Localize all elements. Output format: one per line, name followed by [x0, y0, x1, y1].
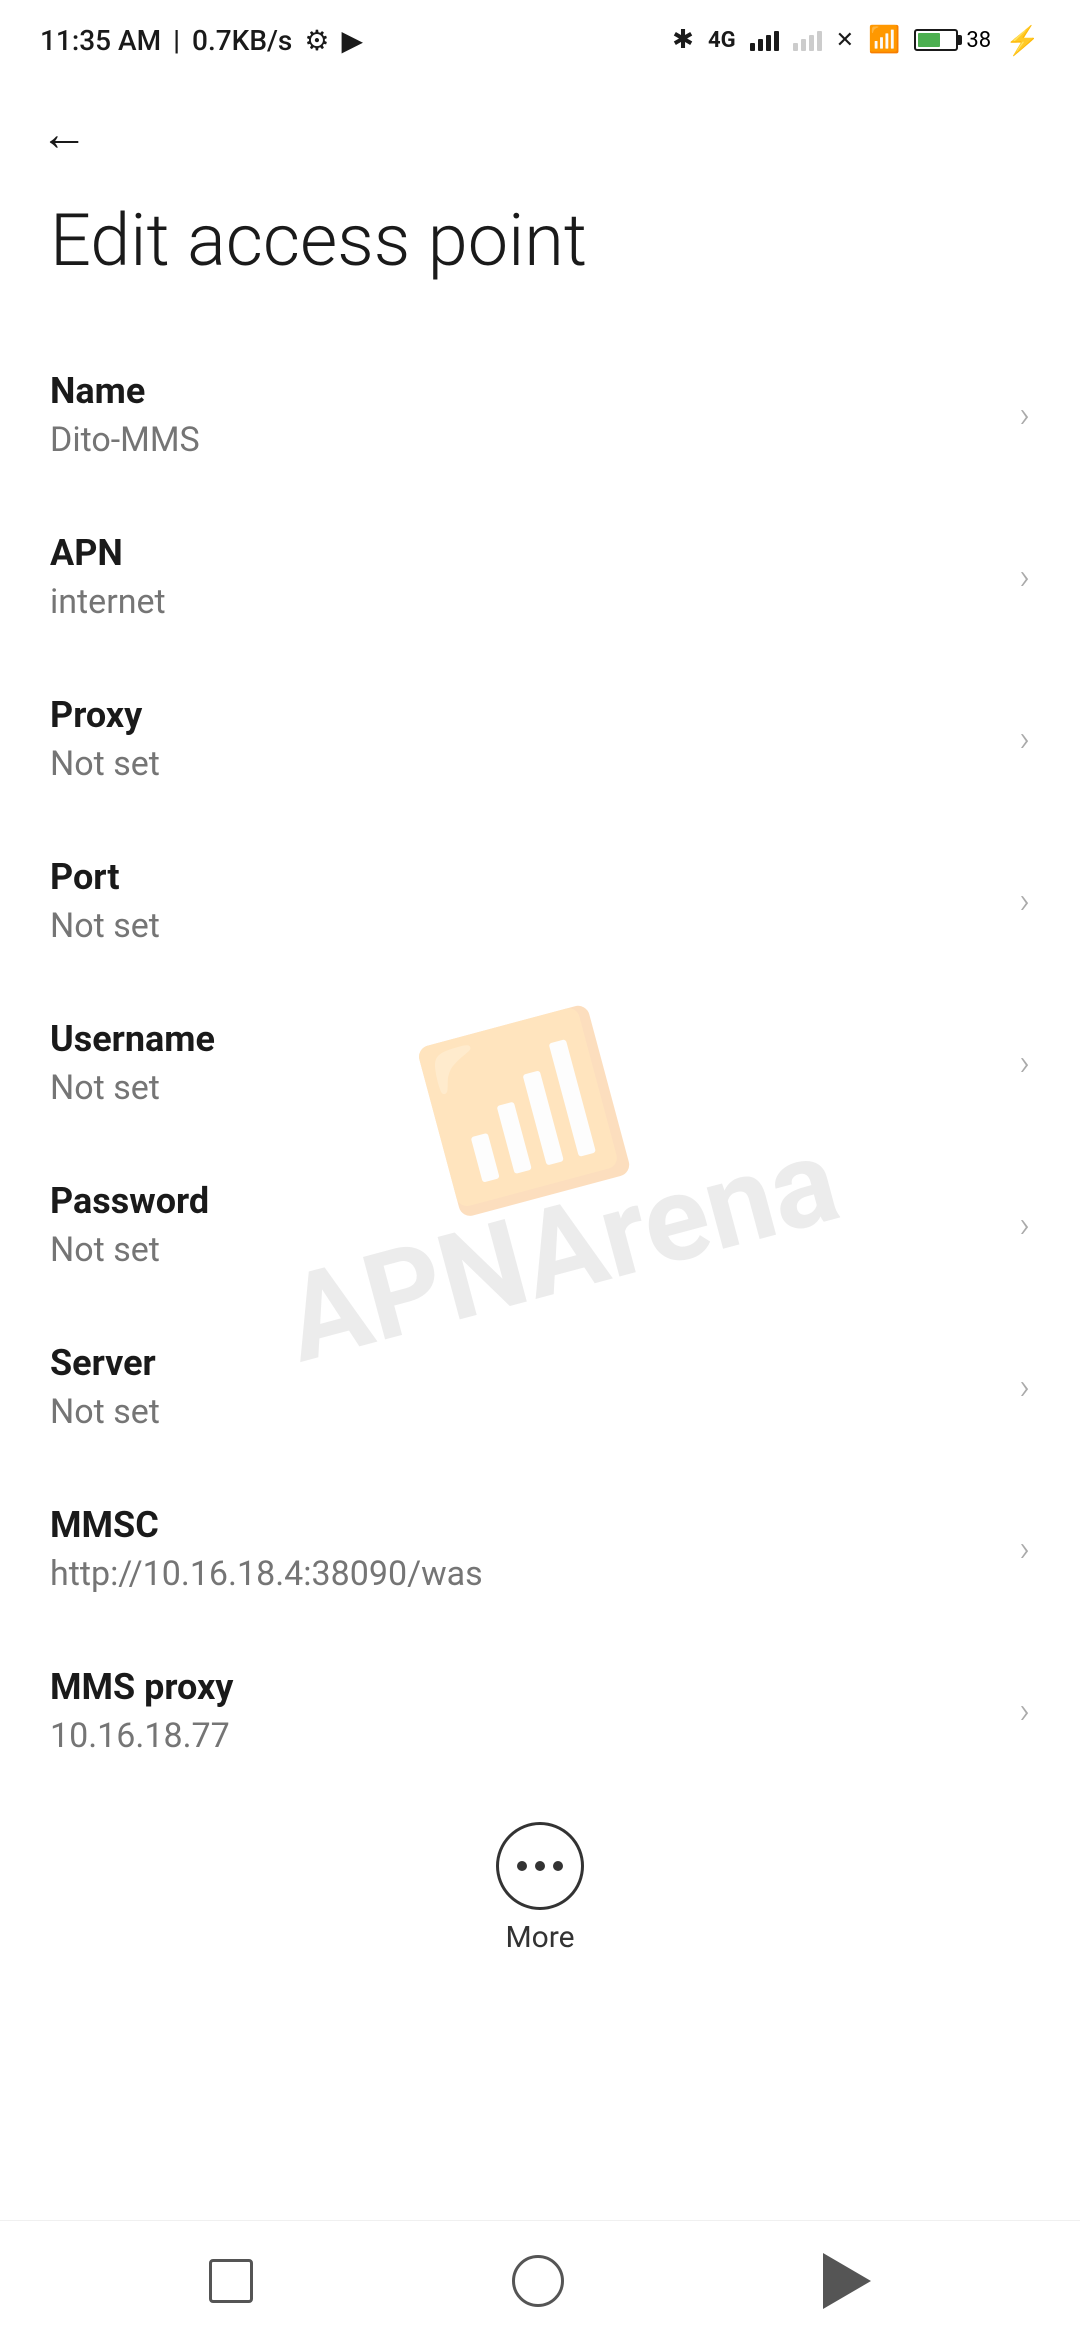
chevron-right-icon-apn: › [1019, 556, 1030, 598]
signal-bars-1 [750, 29, 779, 51]
settings-value-password: Not set [50, 1230, 999, 1270]
settings-item-proxy[interactable]: Proxy Not set › [0, 658, 1080, 820]
settings-label-username: Username [50, 1018, 999, 1060]
settings-item-server[interactable]: Server Not set › [0, 1306, 1080, 1468]
settings-item-apn[interactable]: APN internet › [0, 496, 1080, 658]
signal-bars-2 [793, 29, 822, 51]
chevron-right-icon-server: › [1019, 1366, 1030, 1408]
wifi-icon: 📶 [868, 25, 900, 55]
settings-item-name[interactable]: Name Dito-MMS › [0, 334, 1080, 496]
more-dots-icon [517, 1861, 563, 1871]
settings-item-username[interactable]: Username Not set › [0, 982, 1080, 1144]
top-navigation: ← [0, 80, 1080, 178]
settings-value-name: Dito-MMS [50, 420, 999, 460]
more-label: More [505, 1920, 574, 1955]
settings-item-mms-proxy[interactable]: MMS proxy 10.16.18.77 › [0, 1630, 1080, 1792]
dot-1 [517, 1861, 527, 1871]
nav-recents-button[interactable] [209, 2259, 253, 2303]
back-triangle-icon [823, 2253, 871, 2309]
chevron-right-icon-mmsc: › [1019, 1528, 1030, 1570]
settings-icon: ⚙ [304, 24, 329, 57]
home-icon [512, 2255, 564, 2307]
chevron-right-icon-proxy: › [1019, 718, 1030, 760]
charging-icon: ⚡ [1005, 24, 1040, 57]
settings-value-mmsc: http://10.16.18.4:38090/was [50, 1554, 999, 1594]
chevron-right-icon-password: › [1019, 1204, 1030, 1246]
settings-value-proxy: Not set [50, 744, 999, 784]
more-circle-icon [496, 1822, 584, 1910]
bluetooth-icon: ✱ [672, 25, 694, 55]
chevron-right-icon-name: › [1019, 394, 1030, 436]
chevron-right-icon-mms-proxy: › [1019, 1690, 1030, 1732]
more-button[interactable]: More [496, 1822, 584, 1955]
data-speed: 0.7KB/s [192, 24, 292, 57]
more-section: More [0, 1792, 1080, 1975]
video-icon: ▶ [341, 24, 363, 57]
time-display: 11:35 AM [40, 24, 161, 57]
settings-label-password: Password [50, 1180, 999, 1222]
dot-3 [553, 1861, 563, 1871]
recents-icon [209, 2259, 253, 2303]
settings-value-apn: internet [50, 582, 999, 622]
settings-value-server: Not set [50, 1392, 999, 1432]
settings-value-port: Not set [50, 906, 999, 946]
bottom-nav [0, 2220, 1080, 2340]
battery-indicator: 38 [914, 28, 991, 53]
settings-item-port[interactable]: Port Not set › [0, 820, 1080, 982]
settings-label-apn: APN [50, 532, 999, 574]
chevron-right-icon-username: › [1019, 1042, 1030, 1084]
settings-label-server: Server [50, 1342, 999, 1384]
back-arrow-icon: ← [40, 110, 88, 158]
nav-back-button[interactable] [823, 2253, 871, 2309]
settings-label-mmsc: MMSC [50, 1504, 999, 1546]
status-left: 11:35 AM | 0.7KB/s ⚙ ▶ [40, 24, 363, 57]
nav-home-button[interactable] [512, 2255, 564, 2307]
no-signal-icon: ✕ [836, 28, 854, 53]
settings-item-mmsc[interactable]: MMSC http://10.16.18.4:38090/was › [0, 1468, 1080, 1630]
network-4g-icon: 4G [708, 28, 736, 53]
speed-display: | [173, 24, 180, 57]
settings-list: Name Dito-MMS › APN internet › Proxy Not… [0, 334, 1080, 1792]
page-title: Edit access point [0, 178, 1080, 334]
back-button[interactable]: ← [40, 110, 1040, 158]
settings-value-username: Not set [50, 1068, 999, 1108]
settings-label-name: Name [50, 370, 999, 412]
status-bar: 11:35 AM | 0.7KB/s ⚙ ▶ ✱ 4G ✕ 📶 38 ⚡ [0, 0, 1080, 80]
settings-label-proxy: Proxy [50, 694, 999, 736]
status-right: ✱ 4G ✕ 📶 38 ⚡ [672, 24, 1040, 57]
settings-item-password[interactable]: Password Not set › [0, 1144, 1080, 1306]
settings-label-port: Port [50, 856, 999, 898]
settings-value-mms-proxy: 10.16.18.77 [50, 1716, 999, 1756]
settings-label-mms-proxy: MMS proxy [50, 1666, 999, 1708]
dot-2 [535, 1861, 545, 1871]
chevron-right-icon-port: › [1019, 880, 1030, 922]
